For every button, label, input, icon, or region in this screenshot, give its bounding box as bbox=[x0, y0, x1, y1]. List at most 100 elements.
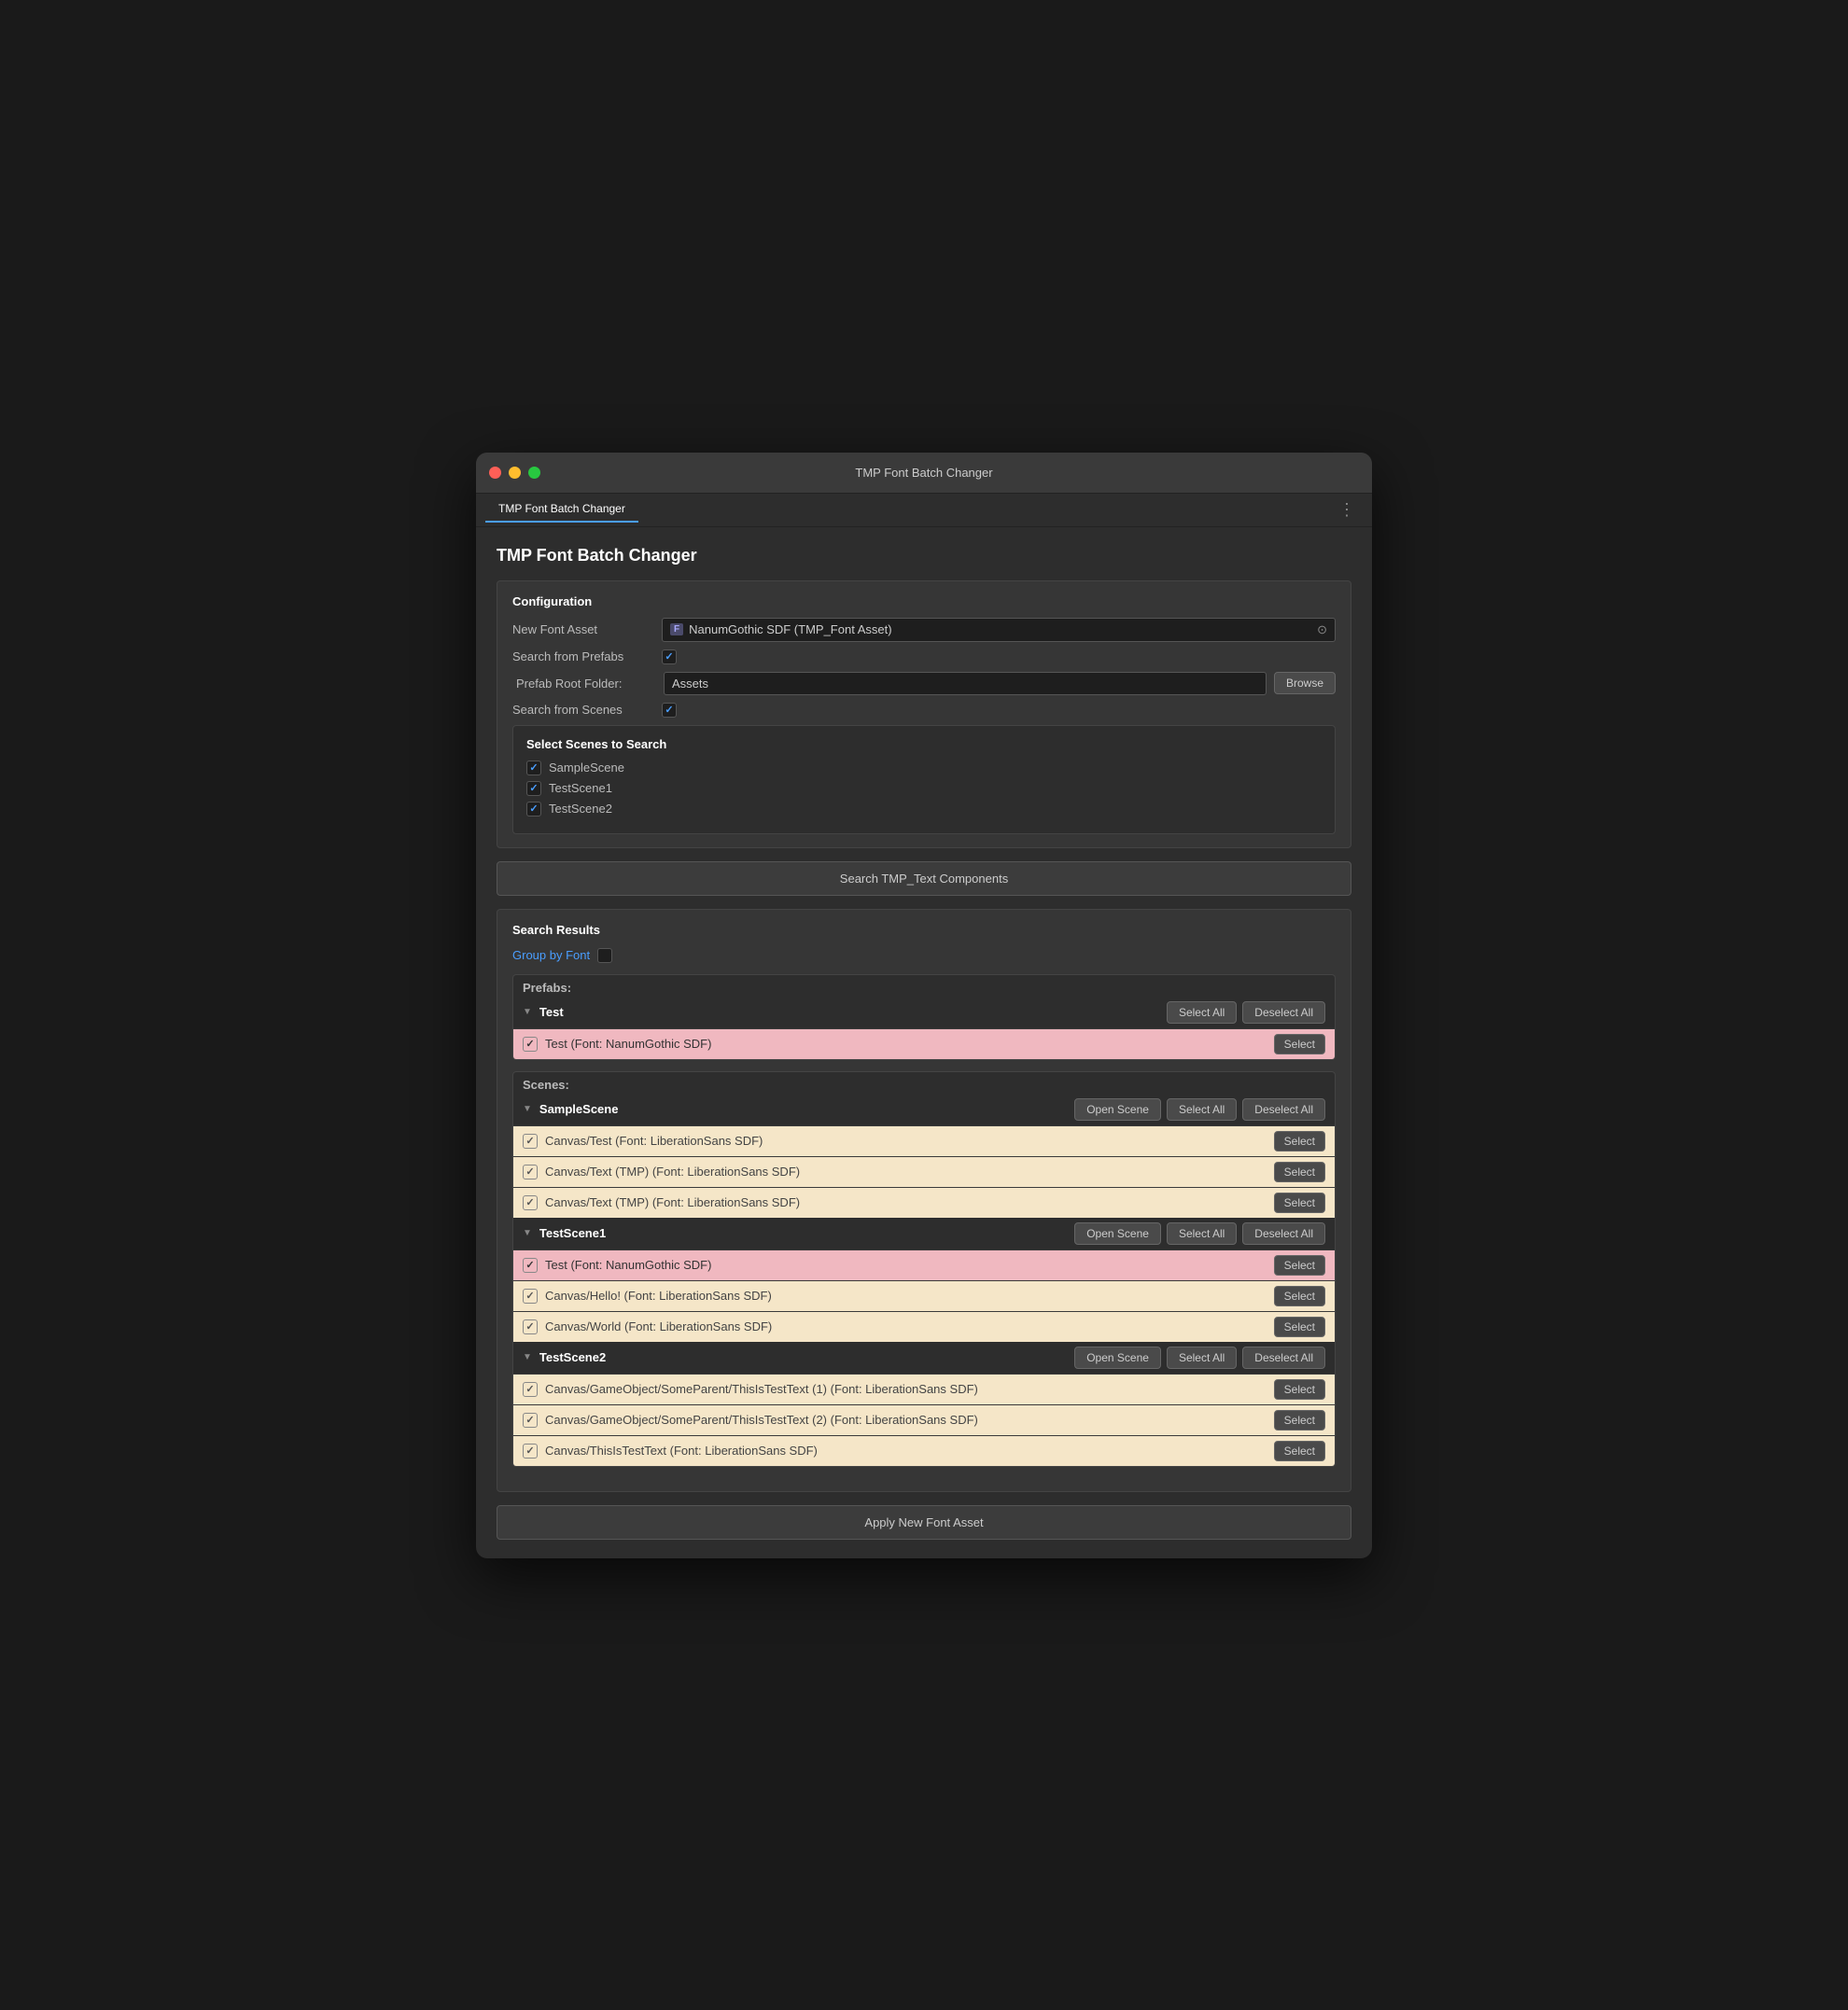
scene-item-0: SampleScene bbox=[526, 761, 1322, 775]
group-by-font-checkbox[interactable] bbox=[597, 948, 612, 963]
testscene1-checkbox-2[interactable] bbox=[523, 1319, 538, 1334]
testscene2-result-2: Canvas/ThisIsTestText (Font: LiberationS… bbox=[513, 1435, 1335, 1466]
group-by-font-link[interactable]: Group by Font bbox=[512, 948, 590, 962]
tab-menu-icon[interactable]: ⋮ bbox=[1331, 500, 1363, 520]
scene-testscene2-arrow: ▼ bbox=[523, 1352, 532, 1362]
scenes-subsection: Scenes: ▼ SampleScene Open Scene Select … bbox=[512, 1071, 1336, 1467]
prefab-group-test-header: ▼ Test Select All Deselect All bbox=[513, 997, 1335, 1028]
testscene1-result-0: Test (Font: NanumGothic SDF) Select bbox=[513, 1249, 1335, 1280]
scene-item-2: TestScene2 bbox=[526, 802, 1322, 817]
scene-item-1: TestScene1 bbox=[526, 781, 1322, 796]
testscene2-select-1[interactable]: Select bbox=[1274, 1410, 1325, 1431]
window-title: TMP Font Batch Changer bbox=[855, 466, 992, 480]
prefab-test-deselect-all-button[interactable]: Deselect All bbox=[1242, 1001, 1325, 1024]
testscene2-text-0: Canvas/GameObject/SomeParent/ThisIsTestT… bbox=[545, 1382, 1267, 1396]
page-title: TMP Font Batch Changer bbox=[497, 546, 1351, 565]
results-header: Search Results bbox=[512, 923, 1336, 937]
testscene1-select-1[interactable]: Select bbox=[1274, 1286, 1325, 1306]
search-prefabs-checkbox[interactable] bbox=[662, 649, 677, 664]
apply-button[interactable]: Apply New Font Asset bbox=[497, 1505, 1351, 1540]
prefabs-subsection: Prefabs: ▼ Test Select All Deselect All … bbox=[512, 974, 1336, 1060]
prefab-root-input[interactable] bbox=[664, 672, 1267, 695]
results-title: Search Results bbox=[512, 923, 600, 937]
search-scenes-label: Search from Scenes bbox=[512, 703, 652, 717]
new-font-row: New Font Asset F NanumGothic SDF (TMP_Fo… bbox=[512, 618, 1336, 642]
samplescene-select-2[interactable]: Select bbox=[1274, 1193, 1325, 1213]
testscene2-select-2[interactable]: Select bbox=[1274, 1441, 1325, 1461]
scene-label-1: TestScene1 bbox=[549, 781, 612, 795]
testscene1-checkbox-1[interactable] bbox=[523, 1289, 538, 1304]
scene-samplescene-buttons: Open Scene Select All Deselect All bbox=[1074, 1098, 1325, 1121]
samplescene-select-all-button[interactable]: Select All bbox=[1167, 1098, 1237, 1121]
samplescene-result-0: Canvas/Test (Font: LiberationSans SDF) S… bbox=[513, 1125, 1335, 1156]
scene-checkbox-2[interactable] bbox=[526, 802, 541, 817]
samplescene-text-1: Canvas/Text (TMP) (Font: LiberationSans … bbox=[545, 1165, 1267, 1179]
results-section: Search Results Group by Font Prefabs: ▼ … bbox=[497, 909, 1351, 1492]
testscene1-open-button[interactable]: Open Scene bbox=[1074, 1222, 1161, 1245]
testscene1-deselect-all-button[interactable]: Deselect All bbox=[1242, 1222, 1325, 1245]
samplescene-result-2: Canvas/Text (TMP) (Font: LiberationSans … bbox=[513, 1187, 1335, 1218]
prefab-result-select-0[interactable]: Select bbox=[1274, 1034, 1325, 1054]
scene-group-testscene2: ▼ TestScene2 Open Scene Select All Desel… bbox=[513, 1342, 1335, 1466]
testscene2-checkbox-2[interactable] bbox=[523, 1444, 538, 1459]
new-font-value: NanumGothic SDF (TMP_Font Asset) bbox=[689, 622, 891, 636]
samplescene-text-0: Canvas/Test (Font: LiberationSans SDF) bbox=[545, 1134, 1267, 1148]
new-font-input[interactable]: F NanumGothic SDF (TMP_Font Asset) ⊙ bbox=[662, 618, 1336, 642]
testscene1-result-2: Canvas/World (Font: LiberationSans SDF) … bbox=[513, 1311, 1335, 1342]
configuration-section: Configuration New Font Asset F NanumGoth… bbox=[497, 580, 1351, 848]
testscene1-text-0: Test (Font: NanumGothic SDF) bbox=[545, 1258, 1267, 1272]
search-prefabs-row: Search from Prefabs bbox=[512, 649, 1336, 664]
testscene1-select-all-button[interactable]: Select All bbox=[1167, 1222, 1237, 1245]
scene-checkbox-0[interactable] bbox=[526, 761, 541, 775]
scene-testscene2-name: TestScene2 bbox=[539, 1350, 1069, 1364]
testscene2-deselect-all-button[interactable]: Deselect All bbox=[1242, 1347, 1325, 1369]
scene-group-samplescene-header: ▼ SampleScene Open Scene Select All Dese… bbox=[513, 1094, 1335, 1125]
prefab-group-test-name: Test bbox=[539, 1005, 1161, 1019]
search-scenes-checkbox[interactable] bbox=[662, 703, 677, 718]
testscene1-text-2: Canvas/World (Font: LiberationSans SDF) bbox=[545, 1319, 1267, 1333]
samplescene-checkbox-1[interactable] bbox=[523, 1165, 538, 1179]
select-scenes-title: Select Scenes to Search bbox=[526, 737, 1322, 751]
browse-button[interactable]: Browse bbox=[1274, 672, 1336, 694]
search-button[interactable]: Search TMP_Text Components bbox=[497, 861, 1351, 896]
scene-testscene1-name: TestScene1 bbox=[539, 1226, 1069, 1240]
testscene2-text-2: Canvas/ThisIsTestText (Font: LiberationS… bbox=[545, 1444, 1267, 1458]
scene-label-0: SampleScene bbox=[549, 761, 624, 775]
traffic-lights bbox=[489, 467, 540, 479]
prefabs-label: Prefabs: bbox=[513, 975, 1335, 997]
testscene1-checkbox-0[interactable] bbox=[523, 1258, 538, 1273]
close-button[interactable] bbox=[489, 467, 501, 479]
testscene2-checkbox-0[interactable] bbox=[523, 1382, 538, 1397]
testscene1-text-1: Canvas/Hello! (Font: LiberationSans SDF) bbox=[545, 1289, 1267, 1303]
testscene1-result-1: Canvas/Hello! (Font: LiberationSans SDF)… bbox=[513, 1280, 1335, 1311]
testscene2-checkbox-1[interactable] bbox=[523, 1413, 538, 1428]
prefab-result-row-0: Test (Font: NanumGothic SDF) Select bbox=[513, 1028, 1335, 1059]
testscene2-text-1: Canvas/GameObject/SomeParent/ThisIsTestT… bbox=[545, 1413, 1267, 1427]
minimize-button[interactable] bbox=[509, 467, 521, 479]
testscene2-open-button[interactable]: Open Scene bbox=[1074, 1347, 1161, 1369]
testscene2-select-0[interactable]: Select bbox=[1274, 1379, 1325, 1400]
samplescene-open-button[interactable]: Open Scene bbox=[1074, 1098, 1161, 1121]
scene-group-testscene1: ▼ TestScene1 Open Scene Select All Desel… bbox=[513, 1218, 1335, 1342]
scene-samplescene-arrow: ▼ bbox=[523, 1104, 532, 1114]
scene-group-testscene1-header: ▼ TestScene1 Open Scene Select All Desel… bbox=[513, 1218, 1335, 1249]
samplescene-checkbox-0[interactable] bbox=[523, 1134, 538, 1149]
prefab-test-select-all-button[interactable]: Select All bbox=[1167, 1001, 1237, 1024]
testscene1-select-2[interactable]: Select bbox=[1274, 1317, 1325, 1337]
maximize-button[interactable] bbox=[528, 467, 540, 479]
samplescene-checkbox-2[interactable] bbox=[523, 1195, 538, 1210]
prefab-group-test: ▼ Test Select All Deselect All Test (Fon… bbox=[513, 997, 1335, 1059]
prefab-root-row: Prefab Root Folder: Browse bbox=[512, 672, 1336, 695]
testscene2-select-all-button[interactable]: Select All bbox=[1167, 1347, 1237, 1369]
samplescene-select-1[interactable]: Select bbox=[1274, 1162, 1325, 1182]
font-picker-icon[interactable]: ⊙ bbox=[1317, 622, 1327, 637]
testscene1-select-0[interactable]: Select bbox=[1274, 1255, 1325, 1276]
scene-checkbox-1[interactable] bbox=[526, 781, 541, 796]
prefab-result-checkbox-0[interactable] bbox=[523, 1037, 538, 1052]
samplescene-deselect-all-button[interactable]: Deselect All bbox=[1242, 1098, 1325, 1121]
samplescene-select-0[interactable]: Select bbox=[1274, 1131, 1325, 1152]
content-area: TMP Font Batch Changer Configuration New… bbox=[476, 527, 1372, 1558]
prefab-group-test-buttons: Select All Deselect All bbox=[1167, 1001, 1325, 1024]
tab-bar: TMP Font Batch Changer ⋮ bbox=[476, 494, 1372, 527]
main-tab[interactable]: TMP Font Batch Changer bbox=[485, 496, 638, 523]
